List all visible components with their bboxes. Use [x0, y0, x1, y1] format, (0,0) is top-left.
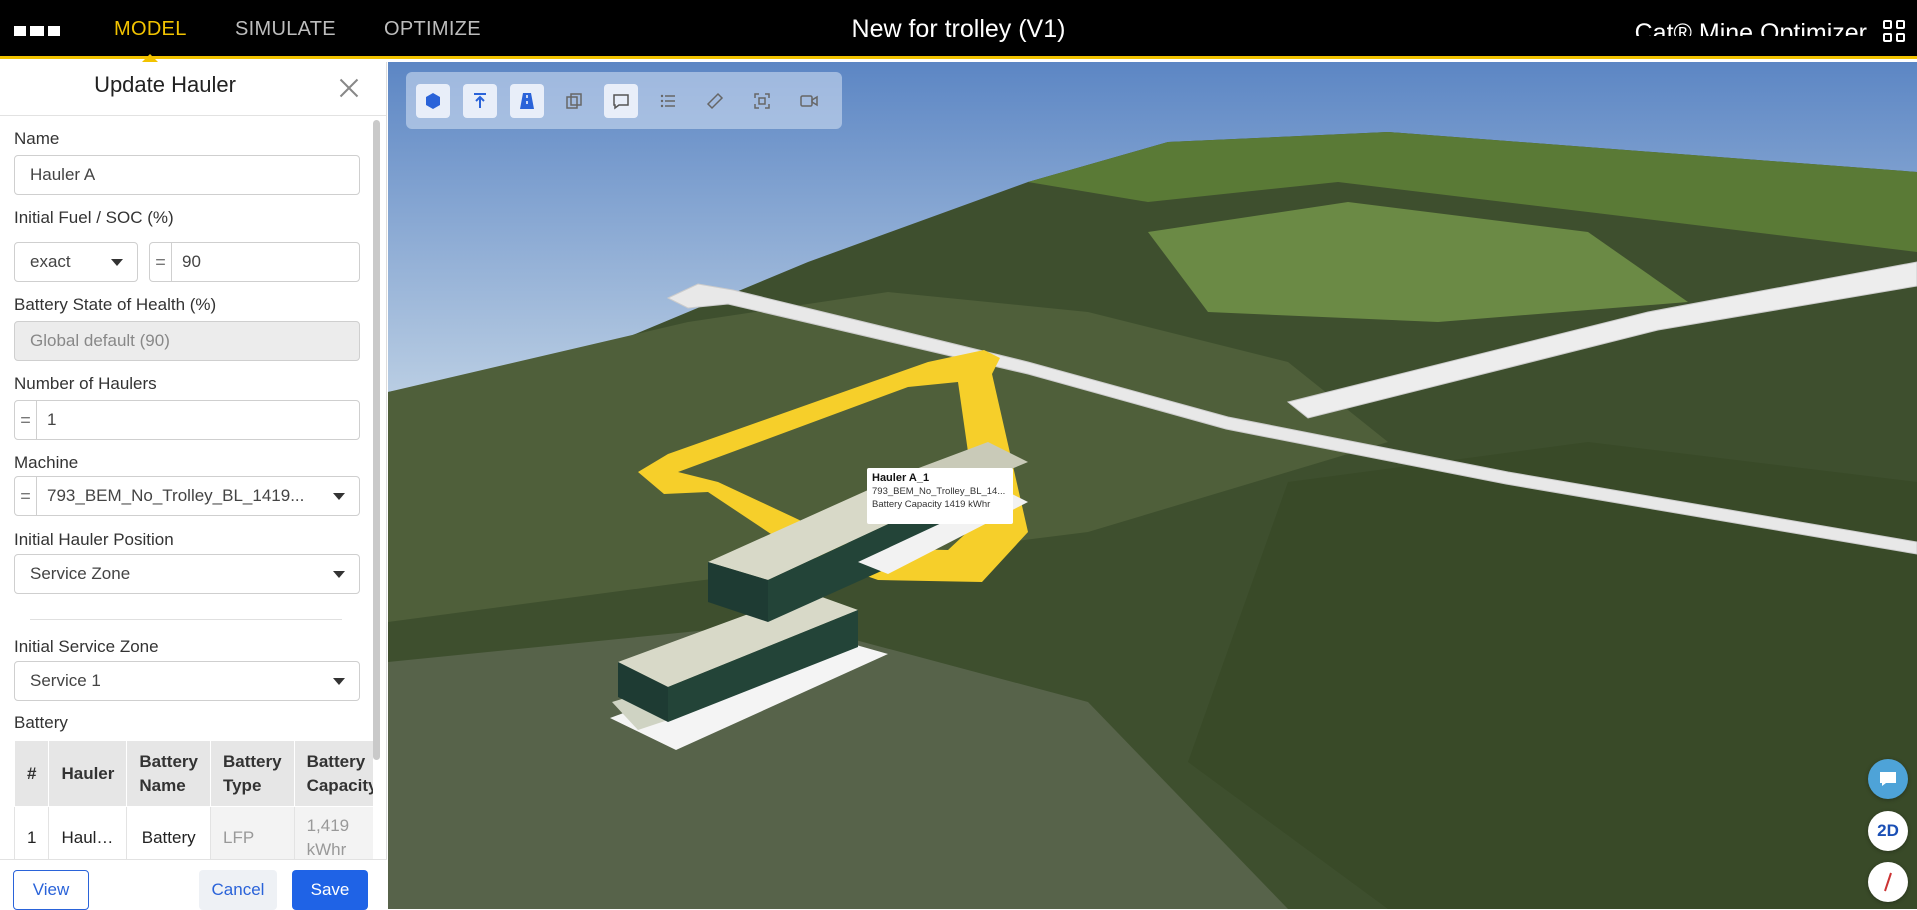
road-icon[interactable]: [510, 84, 544, 118]
cell-battery-name[interactable]: Battery: [126, 806, 211, 859]
col-header: Battery Name: [126, 740, 211, 807]
cube-icon[interactable]: [416, 84, 450, 118]
battery-table: # Hauler Battery Name Battery Type Batte…: [13, 740, 373, 859]
frame-icon[interactable]: [745, 84, 779, 118]
cat-logo: [14, 20, 64, 42]
update-hauler-panel: Update Hauler Name Hauler A Initial Fuel…: [0, 62, 387, 910]
map-toolbar: [406, 72, 842, 129]
tooltip-title: Hauler A_1: [872, 472, 930, 484]
tooltip-capacity: Battery Capacity 1419 kWhr: [872, 499, 991, 510]
vertical-scrollbar[interactable]: [373, 120, 380, 760]
chat-icon[interactable]: [1868, 759, 1908, 799]
terrain-scene: [388, 62, 1917, 909]
app-grid-icon[interactable]: [1883, 20, 1905, 42]
project-title: New for trolley (V1): [851, 15, 1066, 43]
map-3d-view[interactable]: Hauler A_1 793_BEM_No_Trolley_BL_14... B…: [388, 62, 1917, 909]
camera-icon[interactable]: [792, 84, 826, 118]
cell-battery-type: LFP: [209, 806, 295, 859]
panel-footer: View Cancel Save: [0, 859, 387, 910]
tab-simulate[interactable]: SIMULATE: [235, 0, 336, 59]
col-header: Battery Capacity: [293, 740, 373, 807]
hauler-tooltip: Hauler A_1 793_BEM_No_Trolley_BL_14... B…: [867, 468, 1013, 524]
col-header: Battery Type: [209, 740, 295, 807]
layers-icon[interactable]: [557, 84, 591, 118]
table-row[interactable]: 1 Haul… Battery LFP 1,419 kWhr: [13, 806, 373, 859]
tab-model[interactable]: MODEL: [114, 0, 187, 62]
col-header: #: [13, 740, 50, 807]
list-icon[interactable]: [651, 84, 685, 118]
comment-icon[interactable]: [604, 84, 638, 118]
arrow-up-icon[interactable]: [463, 84, 497, 118]
top-bar: MODEL SIMULATE OPTIMIZE New for trolley …: [0, 0, 1917, 62]
view-button[interactable]: View: [13, 870, 89, 910]
product-brand: Cat® Mine Optimizer: [1634, 19, 1867, 36]
tooltip-machine: 793_BEM_No_Trolley_BL_14...: [872, 486, 1006, 497]
col-header: Hauler: [48, 740, 128, 807]
cell-index: 1: [13, 806, 50, 859]
cell-hauler[interactable]: Haul…: [48, 806, 128, 859]
ruler-icon[interactable]: [698, 84, 732, 118]
save-button[interactable]: Save: [292, 870, 368, 910]
cancel-button[interactable]: Cancel: [199, 870, 277, 910]
compass-icon[interactable]: [1868, 862, 1908, 902]
cell-battery-capacity: 1,419 kWhr: [293, 806, 373, 859]
view-toggle-button[interactable]: 2D: [1868, 811, 1908, 851]
tab-optimize[interactable]: OPTIMIZE: [384, 0, 481, 59]
